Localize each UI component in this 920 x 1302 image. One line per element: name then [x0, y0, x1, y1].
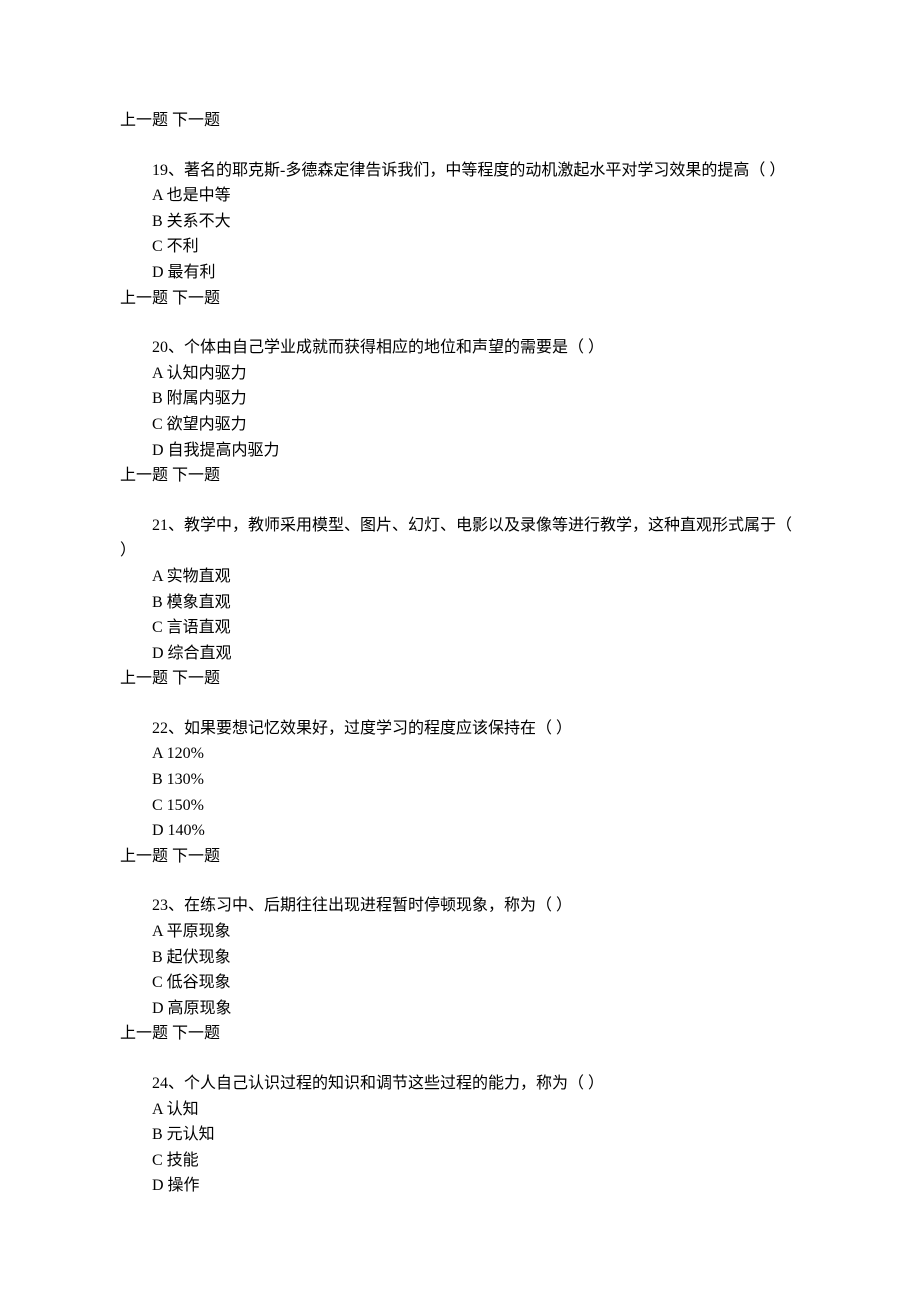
option-b: B 附属内驱力: [120, 386, 800, 412]
option-a: A 认知: [120, 1097, 800, 1123]
option-c: C 技能: [120, 1148, 800, 1174]
option-b: B 模象直观: [120, 590, 800, 616]
option-d: D 操作: [120, 1173, 800, 1199]
next-link[interactable]: 下一题: [172, 1025, 220, 1042]
nav-row: 上一题 下一题: [120, 463, 800, 489]
option-b: B 元认知: [120, 1122, 800, 1148]
prev-link[interactable]: 上一题: [120, 1025, 168, 1042]
option-a: A 平原现象: [120, 919, 800, 945]
question-19: 19、著名的耶克斯-多德森定律告诉我们，中等程度的动机激起水平对学习效果的提高（…: [120, 158, 800, 286]
question-text: 19、著名的耶克斯-多德森定律告诉我们，中等程度的动机激起水平对学习效果的提高（…: [120, 158, 800, 184]
option-a: A 120%: [120, 741, 800, 767]
option-d: D 高原现象: [120, 996, 800, 1022]
option-c: C 言语直观: [120, 615, 800, 641]
option-d: D 140%: [120, 818, 800, 844]
nav-row: 上一题 下一题: [120, 108, 800, 134]
option-a: A 实物直观: [120, 564, 800, 590]
question-22: 22、如果要想记忆效果好，过度学习的程度应该保持在（ ） A 120% B 13…: [120, 716, 800, 844]
option-c: C 150%: [120, 793, 800, 819]
question-text: 20、个体由自己学业成就而获得相应的地位和声望的需要是（ ）: [120, 335, 800, 361]
option-b: B 130%: [120, 767, 800, 793]
question-text: 21、教学中，教师采用模型、图片、幻灯、电影以及录像等进行教学，这种直观形式属于…: [120, 513, 800, 564]
nav-row: 上一题 下一题: [120, 286, 800, 312]
option-a: A 认知内驱力: [120, 361, 800, 387]
next-link[interactable]: 下一题: [172, 290, 220, 307]
prev-link[interactable]: 上一题: [120, 112, 168, 129]
option-d: D 综合直观: [120, 641, 800, 667]
option-d: D 最有利: [120, 260, 800, 286]
option-c: C 欲望内驱力: [120, 412, 800, 438]
next-link[interactable]: 下一题: [172, 848, 220, 865]
nav-row: 上一题 下一题: [120, 1021, 800, 1047]
nav-row: 上一题 下一题: [120, 844, 800, 870]
prev-link[interactable]: 上一题: [120, 670, 168, 687]
prev-link[interactable]: 上一题: [120, 848, 168, 865]
prev-link[interactable]: 上一题: [120, 467, 168, 484]
next-link[interactable]: 下一题: [172, 670, 220, 687]
option-b: B 关系不大: [120, 209, 800, 235]
option-b: B 起伏现象: [120, 945, 800, 971]
question-24: 24、个人自己认识过程的知识和调节这些过程的能力，称为（ ） A 认知 B 元认…: [120, 1071, 800, 1199]
option-d: D 自我提高内驱力: [120, 438, 800, 464]
question-20: 20、个体由自己学业成就而获得相应的地位和声望的需要是（ ） A 认知内驱力 B…: [120, 335, 800, 463]
next-link[interactable]: 下一题: [172, 467, 220, 484]
option-c: C 不利: [120, 234, 800, 260]
question-text: 23、在练习中、后期往往出现进程暂时停顿现象，称为（ ）: [120, 893, 800, 919]
question-text: 24、个人自己认识过程的知识和调节这些过程的能力，称为（ ）: [120, 1071, 800, 1097]
option-a: A 也是中等: [120, 183, 800, 209]
question-23: 23、在练习中、后期往往出现进程暂时停顿现象，称为（ ） A 平原现象 B 起伏…: [120, 893, 800, 1021]
prev-link[interactable]: 上一题: [120, 290, 168, 307]
question-21: 21、教学中，教师采用模型、图片、幻灯、电影以及录像等进行教学，这种直观形式属于…: [120, 513, 800, 667]
question-text: 22、如果要想记忆效果好，过度学习的程度应该保持在（ ）: [120, 716, 800, 742]
option-c: C 低谷现象: [120, 970, 800, 996]
next-link[interactable]: 下一题: [172, 112, 220, 129]
nav-row: 上一题 下一题: [120, 666, 800, 692]
